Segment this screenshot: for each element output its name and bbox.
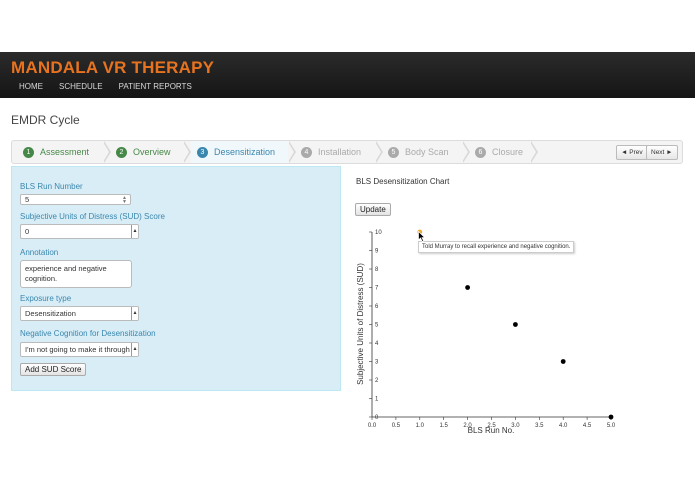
step-label: Overview	[133, 147, 171, 157]
x-tick-label: 0.0	[368, 423, 377, 429]
sud-score-value: 0	[25, 227, 30, 236]
y-tick-label: 2	[375, 378, 379, 384]
x-tick-label: 5.0	[607, 423, 616, 429]
step-number: 5	[388, 146, 399, 158]
add-sud-score-button[interactable]: Add SUD Score	[20, 363, 87, 376]
top-navbar: MANDALA VR THERAPY HOME SCHEDULE PATIENT…	[0, 52, 695, 98]
annotation-textarea[interactable]: experience and negative cognition.	[20, 260, 132, 288]
step-number: 2	[116, 146, 127, 158]
step-chevron	[103, 141, 111, 163]
y-tick-label: 7	[375, 286, 379, 292]
y-tick-label: 4	[375, 341, 379, 347]
spinner-arrows-icon[interactable]: ▲ ▼	[122, 196, 127, 205]
wizard-steps: 1 Assessment 2 Overview 3 Desensitizatio…	[11, 140, 683, 164]
y-tick-label: 0	[375, 415, 379, 421]
exposure-type-select[interactable]: Desensitization ▴▾	[20, 306, 139, 321]
prev-button[interactable]: ◄ Prev	[616, 145, 648, 160]
x-tick-label: 1.5	[440, 423, 449, 429]
exposure-type-label: Exposure type	[20, 294, 72, 303]
x-tick-label: 3.5	[535, 423, 544, 429]
step-assessment[interactable]: 1 Assessment	[12, 141, 115, 163]
step-number: 6	[475, 146, 486, 158]
y-tick-label: 1	[375, 397, 379, 403]
y-tick-label: 3	[375, 360, 379, 366]
step-body-scan[interactable]: 5 Body Scan	[384, 141, 468, 163]
step-installation[interactable]: 4 Installation	[297, 141, 381, 163]
main-nav: HOME SCHEDULE PATIENT REPORTS	[19, 82, 192, 91]
app-brand[interactable]: MANDALA VR THERAPY	[11, 58, 214, 78]
step-number: 3	[197, 146, 208, 158]
step-overview[interactable]: 2 Overview	[112, 141, 188, 163]
y-tick-label: 6	[375, 304, 379, 310]
step-desensitization[interactable]: 3 Desensitization	[191, 141, 289, 163]
annotation-label: Annotation	[20, 248, 59, 257]
x-tick-label: 0.5	[392, 423, 401, 429]
chart-axes: 0123456789100.0 0.5 1.0 1.5 2.0 2.5 3.0 3.5 4.0 4…	[368, 230, 616, 429]
step-number: 1	[23, 146, 34, 158]
chart-title: BLS Desensitization Chart	[356, 177, 450, 186]
bls-run-value: 5	[25, 195, 30, 204]
step-label: Desensitization	[214, 147, 276, 157]
negative-cognition-select[interactable]: I'm not going to make it through ▴▾	[20, 342, 139, 357]
point-tooltip: Told Murray to recall experience and neg…	[418, 241, 575, 253]
dropdown-arrow-icon[interactable]: ▴▾	[131, 307, 138, 320]
x-axis-label: BLS Run No.	[468, 426, 515, 435]
update-button[interactable]: Update	[355, 203, 391, 216]
nav-home[interactable]: HOME	[19, 82, 43, 91]
step-chevron	[288, 141, 296, 163]
step-chevron	[183, 141, 191, 163]
data-point[interactable]	[465, 285, 470, 290]
step-chevron	[375, 141, 383, 163]
x-tick-label: 4.0	[559, 423, 568, 429]
y-tick-label: 10	[375, 230, 382, 236]
data-point[interactable]	[560, 359, 566, 364]
step-chevron	[530, 141, 538, 163]
exposure-type-value: Desensitization	[25, 309, 76, 318]
sud-form-panel: BLS Run Number 5 ▲ ▼ Subjective Units of …	[11, 166, 341, 391]
step-closure[interactable]: 6 Closure	[471, 141, 535, 163]
nav-schedule[interactable]: SCHEDULE	[59, 82, 103, 91]
nav-patient-reports[interactable]: PATIENT REPORTS	[119, 82, 192, 91]
next-button[interactable]: Next ►	[646, 145, 678, 160]
step-label: Installation	[318, 147, 362, 157]
y-tick-label: 9	[375, 249, 379, 255]
negative-cognition-value: I'm not going to make it through	[25, 345, 130, 354]
bls-run-input[interactable]: 5 ▲ ▼	[20, 194, 131, 205]
negative-cognition-label: Negative Cognition for Desensitization	[20, 329, 156, 338]
y-axis-label: Subjective Units of Distress (SUD)	[356, 263, 365, 385]
step-label: Assessment	[40, 147, 90, 157]
step-label: Body Scan	[405, 147, 449, 157]
sud-score-select[interactable]: 0 ▴▾	[20, 224, 139, 239]
mouse-cursor-icon	[418, 231, 426, 242]
data-point[interactable]	[513, 322, 518, 327]
chart-marks	[417, 229, 614, 420]
dropdown-arrow-icon[interactable]: ▴▾	[131, 225, 138, 238]
bls-chart: 0123456789100.0 0.5 1.0 1.5 2.0 2.5 3.0 3.5 4.0 4…	[356, 229, 616, 435]
y-tick-label: 8	[375, 267, 379, 273]
data-point[interactable]	[608, 414, 614, 420]
bls-run-label: BLS Run Number	[20, 182, 83, 191]
sud-score-label: Subjective Units of Distress (SUD) Score	[20, 212, 165, 221]
step-chevron	[462, 141, 470, 163]
x-tick-label: 1.0	[416, 423, 425, 429]
page-title: EMDR Cycle	[11, 113, 80, 127]
step-number: 4	[301, 146, 312, 158]
dropdown-arrow-icon[interactable]: ▴▾	[131, 343, 138, 356]
y-tick-label: 5	[375, 323, 379, 329]
step-label: Closure	[492, 147, 524, 157]
x-tick-label: 4.5	[583, 423, 592, 429]
